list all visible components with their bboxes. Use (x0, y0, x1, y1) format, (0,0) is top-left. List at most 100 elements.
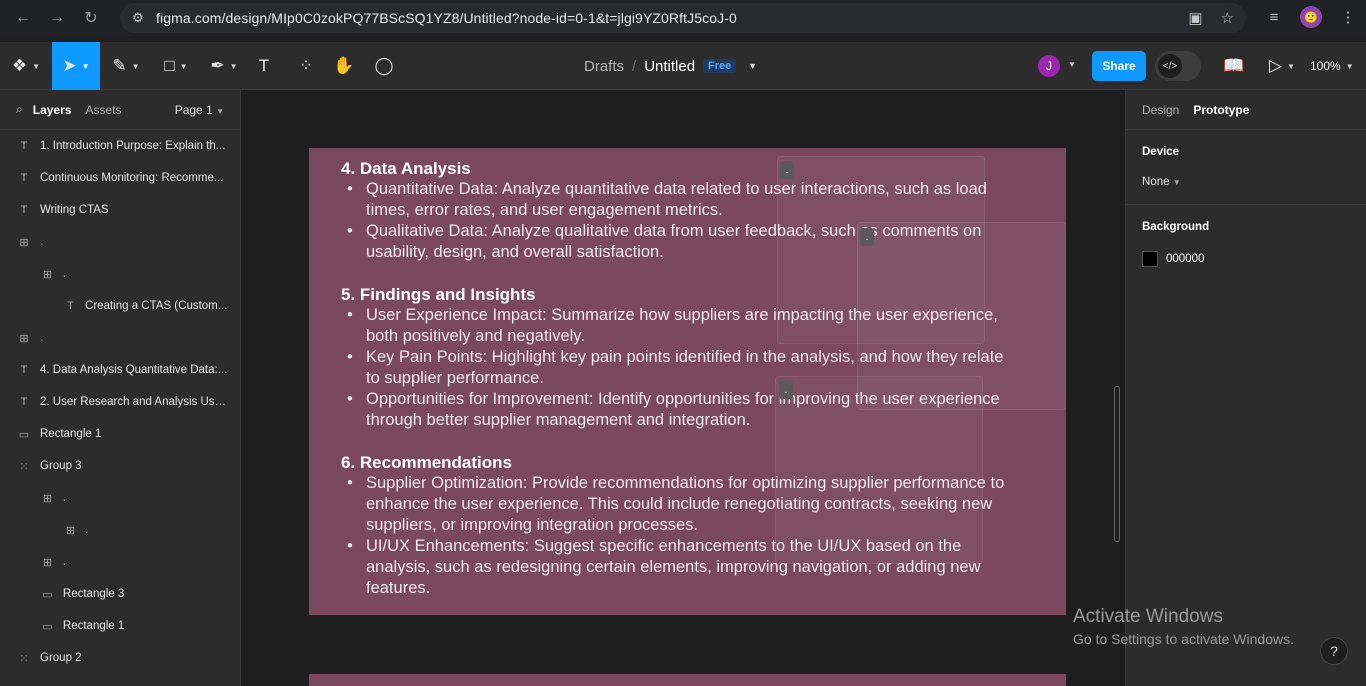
layer-name: . (62, 556, 67, 568)
move-tool-button[interactable]: ➤ ▼ (52, 42, 100, 90)
plan-badge: Free (703, 59, 737, 73)
background-section: Background 000000 (1126, 205, 1366, 283)
layer-row[interactable]: ▭ Rectangle 3 (0, 578, 240, 610)
hand-tool-button[interactable]: ✋ (330, 42, 358, 90)
chevron-down-icon[interactable]: ▼ (1068, 60, 1076, 69)
layer-name: 4. Data Analysis Quantitative Data:... (40, 364, 228, 376)
layer-name: Rectangle 3 (62, 588, 125, 600)
frame-marker[interactable]: . (780, 161, 794, 179)
overlay-rectangle[interactable] (775, 376, 983, 564)
device-select[interactable]: None ▼ (1142, 176, 1350, 188)
site-info-icon[interactable]: ⚙ (120, 10, 156, 26)
text-layer-icon: T (20, 364, 28, 376)
no-screenshot-icon[interactable]: ▣ (1188, 9, 1202, 27)
figma-toolbar: ❖ ▼ ➤ ▼ ✎ ▼ □ ▼ ✒ ▼ T ⁘ ✋ ◯ Drafts / Untitled… (0, 42, 1366, 90)
play-icon: ▷ (1269, 56, 1283, 75)
tab-layers[interactable]: Layers (33, 103, 72, 117)
search-icon[interactable]: ⌕ (16, 102, 23, 117)
text-layer-icon: T (20, 140, 28, 152)
comment-tool-button[interactable]: ◯ (370, 42, 398, 90)
frame-layer-icon: ⊞ (65, 524, 76, 537)
back-icon[interactable]: ← (6, 1, 40, 35)
zoom-control[interactable]: 100% ▼ (1310, 42, 1354, 90)
browser-menu-icon[interactable]: ⋮ (1338, 8, 1358, 26)
chevron-down-icon: ▼ (216, 106, 224, 116)
layer-name: 2. User Research and Analysis Use... (40, 396, 230, 408)
chevron-down-icon: ▼ (229, 61, 238, 71)
dev-mode-toggle[interactable]: </> (1155, 51, 1201, 81)
layer-row[interactable]: ⊞. (0, 546, 240, 578)
document-frame[interactable]: 4. Data AnalysisQuantitative Data: Analy… (309, 148, 1066, 615)
chevron-down-icon: ▼ (1172, 178, 1181, 187)
frame-layer-icon: ⊞ (19, 332, 29, 345)
properties-tabs: Design Prototype (1126, 90, 1366, 130)
layer-name: Group 2 (40, 652, 82, 664)
page-selector[interactable]: Page 1 ▼ (175, 103, 224, 117)
pen-tool-button[interactable]: ✒ ▼ (204, 42, 244, 90)
address-bar[interactable]: ⚙ figma.com/design/MIp0C0zokPQ77BScSQ1YZ… (120, 3, 1246, 33)
layers-panel: ⌕ Layers Assets Page 1 ▼ T 1. Introductio… (0, 90, 241, 686)
layer-row[interactable]: ▭ Rectangle 1 (0, 418, 240, 450)
layer-row[interactable]: T 4. Data Analysis Quantitative Data:... (0, 354, 240, 386)
background-hex[interactable]: 000000 (1166, 253, 1204, 265)
tab-assets[interactable]: Assets (85, 103, 121, 117)
document-frame-next[interactable] (309, 674, 1066, 686)
layer-row[interactable]: ⊞. (0, 258, 240, 290)
background-label: Background (1142, 221, 1210, 233)
frame-marker[interactable]: . (860, 228, 874, 246)
browser-profile-avatar[interactable]: 🙂 (1300, 6, 1322, 28)
drafts-link[interactable]: Drafts (584, 58, 624, 75)
watermark-title: Activate Windows (1073, 606, 1223, 627)
resources-tool-button[interactable]: ⁘ (292, 42, 320, 90)
layer-row[interactable]: ▭ Rectangle 1 (0, 610, 240, 642)
file-name[interactable]: Untitled (644, 58, 695, 75)
breadcrumb-separator: / (632, 57, 637, 75)
chevron-down-icon[interactable]: ▼ (748, 61, 757, 71)
main-menu-button[interactable]: ❖ ▼ (6, 42, 46, 90)
frame-marker[interactable]: . (779, 381, 793, 399)
layer-row[interactable]: ⊞. (0, 514, 240, 546)
frame-layer-icon: ⊞ (42, 556, 53, 569)
windows-activation-watermark: Activate Windows Go to Settings to activ… (1073, 606, 1294, 647)
layer-row[interactable]: ⊞. (0, 482, 240, 514)
present-button[interactable]: ▷ ▼ (1264, 42, 1300, 90)
rectangle-icon: □ (164, 56, 175, 75)
share-button[interactable]: Share (1092, 51, 1146, 81)
layer-row[interactable]: T 2. User Research and Analysis Use... (0, 386, 240, 418)
layer-row[interactable]: T Continuous Monitoring: Recomme... (0, 162, 240, 194)
user-avatar[interactable]: J (1038, 55, 1060, 77)
layers-panel-tabs: ⌕ Layers Assets Page 1 ▼ (0, 90, 240, 130)
color-swatch[interactable] (1142, 251, 1158, 267)
layer-list: T 1. Introduction Purpose: Explain th... T… (0, 130, 240, 674)
layer-row[interactable]: ⁙ Group 3 (0, 450, 240, 482)
layer-row[interactable]: T Writing CTAS (0, 194, 240, 226)
background-color-field[interactable]: 000000 (1142, 251, 1350, 267)
tab-prototype[interactable]: Prototype (1193, 103, 1249, 117)
design-canvas[interactable]: 4. Data AnalysisQuantitative Data: Analy… (241, 90, 1125, 686)
layer-row[interactable]: T Creating a CTAS (Custom... (0, 290, 240, 322)
layer-row[interactable]: ⊞. (0, 322, 240, 354)
reload-icon[interactable]: ↻ (74, 1, 108, 35)
forward-icon[interactable]: → (40, 1, 74, 35)
canvas-scrollbar[interactable] (1114, 386, 1120, 542)
layer-row[interactable]: T 1. Introduction Purpose: Explain th... (0, 130, 240, 162)
book-icon: 📖 (1223, 56, 1245, 75)
media-queue-icon[interactable]: ≡ (1264, 9, 1284, 26)
shape-tool-button[interactable]: □ ▼ (156, 42, 196, 90)
device-section: Device None ▼ (1126, 130, 1366, 205)
library-button[interactable]: 📖 (1220, 42, 1248, 90)
text-tool-button[interactable]: T (250, 42, 278, 90)
layer-name: Rectangle 1 (40, 428, 102, 440)
help-button[interactable]: ? (1320, 637, 1348, 665)
layer-row[interactable]: ⁙ Group 2 (0, 642, 240, 674)
rectangle-layer-icon: ▭ (42, 588, 53, 601)
tab-design[interactable]: Design (1142, 103, 1179, 117)
layer-name: Writing CTAS (40, 204, 109, 216)
url-text[interactable]: figma.com/design/MIp0C0zokPQ77BScSQ1YZ8/… (156, 10, 737, 26)
layer-name: Continuous Monitoring: Recomme... (40, 172, 224, 184)
bookmark-star-icon[interactable]: ☆ (1221, 9, 1234, 27)
draw-tool-button[interactable]: ✎ ▼ (106, 42, 146, 90)
layer-row[interactable]: ⊞. (0, 226, 240, 258)
layer-name: Group 3 (40, 460, 82, 472)
layer-name: Rectangle 1 (62, 620, 125, 632)
